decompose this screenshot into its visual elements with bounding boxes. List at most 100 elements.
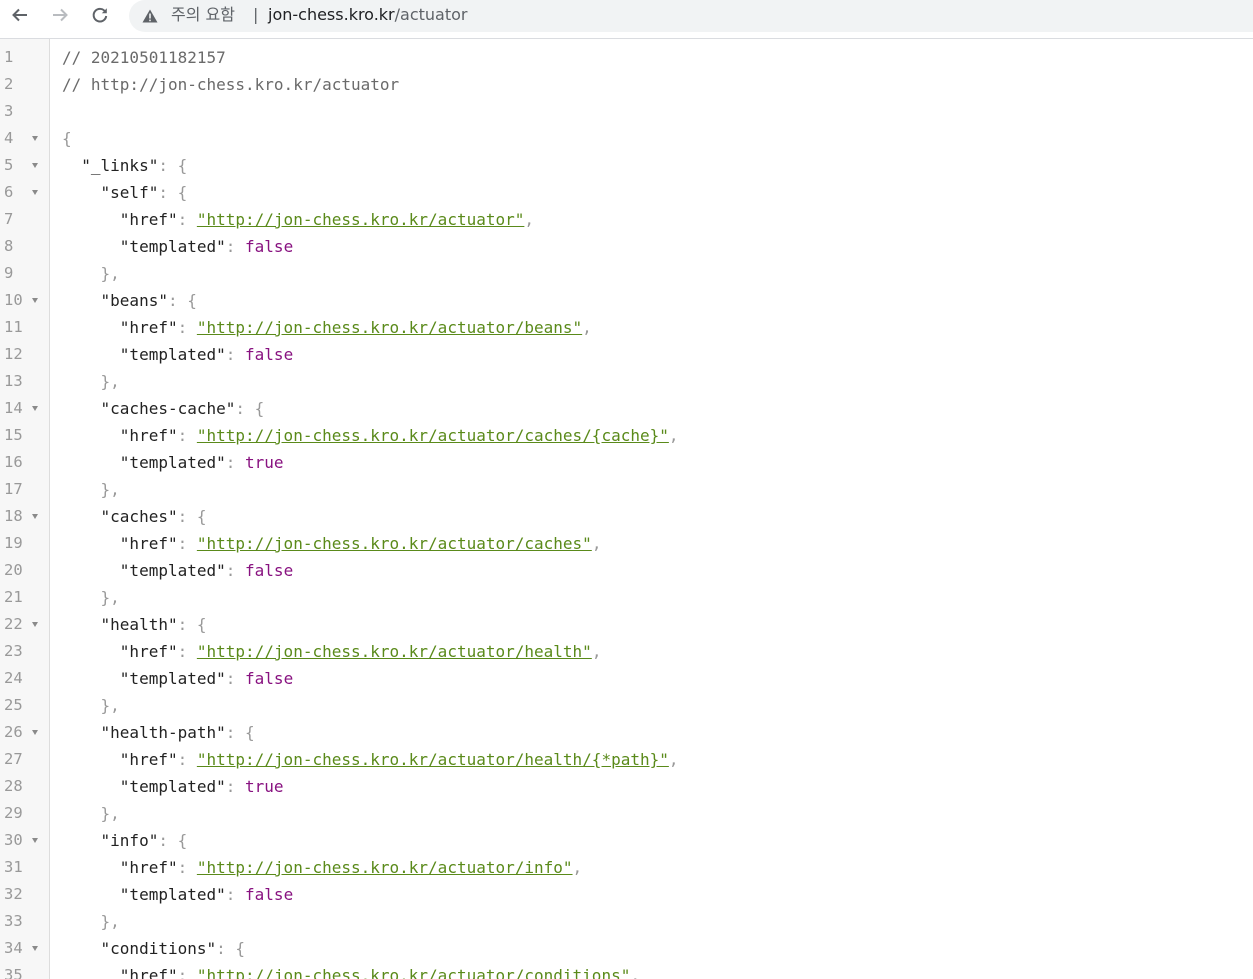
href-link[interactable]: "http://jon-chess.kro.kr/actuator/info" <box>197 858 573 877</box>
line-number: 35 <box>4 966 23 979</box>
line-number: 14 <box>4 399 23 417</box>
line-number: 23 <box>4 642 23 660</box>
close-brace: }, <box>100 480 120 499</box>
json-key: "templated" <box>119 453 226 472</box>
json-key: "info" <box>100 831 159 850</box>
code-line: 7 "href": "http://jon-chess.kro.kr/actua… <box>0 206 1253 233</box>
json-key: "templated" <box>119 885 226 904</box>
omnibox-separator: | <box>253 5 259 24</box>
colon: : <box>177 318 197 337</box>
colon: : <box>177 858 197 877</box>
line-number: 31 <box>4 858 23 876</box>
line-number: 13 <box>4 372 23 390</box>
code-line: 16 "templated": true <box>0 449 1253 476</box>
url-host: jon-chess.kro.kr <box>268 5 395 24</box>
colon: : <box>225 669 246 688</box>
fold-toggle-icon[interactable] <box>32 163 38 168</box>
line-number: 34 <box>4 939 23 957</box>
fold-toggle-icon[interactable] <box>32 946 38 951</box>
code-line: 28 "templated": true <box>0 773 1253 800</box>
code-line: 23 "href": "http://jon-chess.kro.kr/actu… <box>0 638 1253 665</box>
code-line: 29 }, <box>0 800 1253 827</box>
code-line: 11 "href": "http://jon-chess.kro.kr/actu… <box>0 314 1253 341</box>
fold-toggle-icon[interactable] <box>32 730 38 735</box>
brace: { <box>177 183 188 202</box>
href-link[interactable]: "http://jon-chess.kro.kr/actuator/health… <box>197 642 592 661</box>
line-number: 33 <box>4 912 23 930</box>
code-line: 31 "href": "http://jon-chess.kro.kr/actu… <box>0 854 1253 881</box>
close-brace: }, <box>100 372 120 391</box>
code-line: 30 "info": { <box>0 827 1253 854</box>
colon: : <box>177 210 197 229</box>
brace: { <box>254 399 265 418</box>
code-line: 15 "href": "http://jon-chess.kro.kr/actu… <box>0 422 1253 449</box>
json-key: "caches" <box>100 507 178 526</box>
templated-value: false <box>245 669 294 688</box>
json-key: "href" <box>119 426 178 445</box>
code-line: 3 <box>0 98 1253 125</box>
line-number: 11 <box>4 318 23 336</box>
line-number: 19 <box>4 534 23 552</box>
href-link[interactable]: "http://jon-chess.kro.kr/actuator/condit… <box>197 966 630 979</box>
line-number: 30 <box>4 831 23 849</box>
arrow-left-icon <box>12 8 27 22</box>
fold-toggle-icon[interactable] <box>32 298 38 303</box>
timestamp-comment: // 20210501182157 <box>62 48 226 67</box>
line-number: 29 <box>4 804 23 822</box>
fold-toggle-icon[interactable] <box>32 136 38 141</box>
line-number: 2 <box>4 75 14 93</box>
warning-triangle-icon[interactable] <box>142 9 158 23</box>
code-line: 33 }, <box>0 908 1253 935</box>
json-key: "href" <box>119 966 178 979</box>
code-line: 24 "templated": false <box>0 665 1253 692</box>
colon: : <box>158 156 178 175</box>
line-number: 17 <box>4 480 23 498</box>
line-number: 12 <box>4 345 23 363</box>
href-link[interactable]: "http://jon-chess.kro.kr/actuator" <box>197 210 525 229</box>
fold-toggle-icon[interactable] <box>32 838 38 843</box>
href-link[interactable]: "http://jon-chess.kro.kr/actuator/caches… <box>197 534 592 553</box>
json-key: "templated" <box>119 777 226 796</box>
code-line: 10 "beans": { <box>0 287 1253 314</box>
code-line: 21 }, <box>0 584 1253 611</box>
href-link[interactable]: "http://jon-chess.kro.kr/actuator/health… <box>197 750 669 769</box>
colon: : <box>167 291 188 310</box>
url-path: /actuator <box>394 5 468 24</box>
fold-toggle-icon[interactable] <box>32 514 38 519</box>
url-text[interactable]: jon-chess.kro.kr/actuator <box>268 5 467 25</box>
code-line: 25 }, <box>0 692 1253 719</box>
colon: : <box>177 534 197 553</box>
line-number: 1 <box>4 48 14 66</box>
line-number: 3 <box>4 102 14 120</box>
fold-toggle-icon[interactable] <box>32 622 38 627</box>
href-link[interactable]: "http://jon-chess.kro.kr/actuator/caches… <box>197 426 669 445</box>
url-comment: // http://jon-chess.kro.kr/actuator <box>62 75 400 94</box>
fold-toggle-icon[interactable] <box>32 190 38 195</box>
line-number: 10 <box>4 291 23 309</box>
code-line: 26 "health-path": { <box>0 719 1253 746</box>
colon: : <box>177 750 197 769</box>
json-key: "href" <box>119 858 178 877</box>
forward-button[interactable] <box>47 1 73 29</box>
reload-button[interactable] <box>87 1 113 29</box>
fold-toggle-icon[interactable] <box>32 406 38 411</box>
line-number: 5 <box>4 156 14 174</box>
security-status-label[interactable]: 주의 요함 <box>171 5 235 25</box>
line-number: 24 <box>4 669 23 687</box>
templated-value: false <box>245 561 294 580</box>
json-key: "templated" <box>119 237 226 256</box>
colon: : <box>225 561 246 580</box>
json-key: "conditions" <box>100 939 217 958</box>
code-line: 6 "self": { <box>0 179 1253 206</box>
href-link[interactable]: "http://jon-chess.kro.kr/actuator/beans" <box>197 318 582 337</box>
back-button[interactable] <box>7 1 33 29</box>
line-number: 8 <box>4 237 14 255</box>
comma: , <box>591 534 602 553</box>
code-line: 32 "templated": false <box>0 881 1253 908</box>
code-line: 1 // 20210501182157 <box>0 44 1253 71</box>
brace: { <box>196 615 207 634</box>
address-bar[interactable]: 주의 요함 | jon-chess.kro.kr/actuator <box>129 0 1253 32</box>
comma: , <box>630 966 640 979</box>
line-number: 22 <box>4 615 23 633</box>
code-lines: 1 // 20210501182157 2 // http://jon-ches… <box>0 44 1253 979</box>
